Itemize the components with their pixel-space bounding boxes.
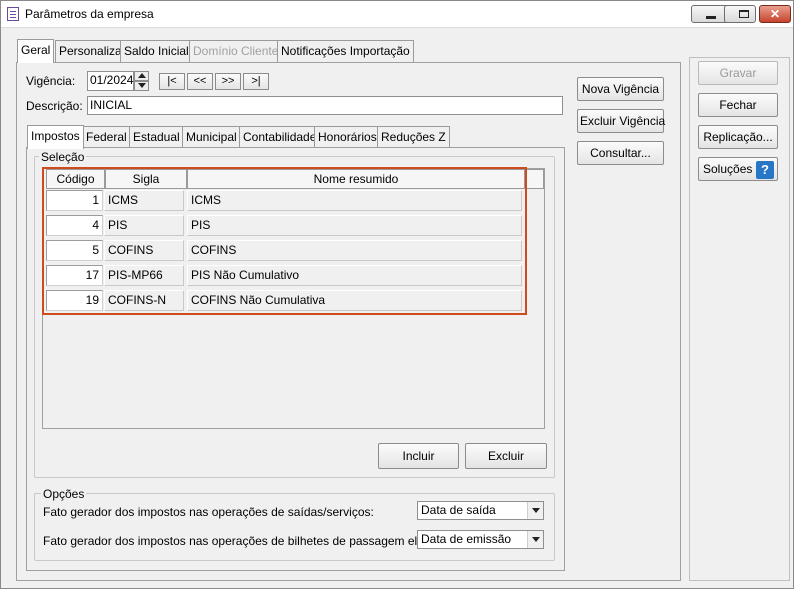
- opcoes-title: Opções: [41, 487, 87, 501]
- row-5-nome[interactable]: COFINS Não Cumulativa: [187, 290, 522, 311]
- close-icon: ✕: [769, 7, 781, 21]
- dropdown-arrow-icon[interactable]: [527, 531, 543, 548]
- fato-bilhetes-value: Data de emissão: [421, 532, 512, 546]
- col-sigla[interactable]: Sigla: [105, 169, 187, 189]
- vigencia-next-button[interactable]: >>: [215, 73, 241, 90]
- tab-geral[interactable]: Geral: [17, 39, 55, 63]
- tab-personaliza[interactable]: Personaliza: [55, 40, 126, 62]
- row-3-sigla[interactable]: COFINS: [104, 240, 184, 261]
- excluir-vigencia-button[interactable]: Excluir Vigência: [577, 109, 665, 133]
- tab-municipal[interactable]: Municipal: [182, 126, 241, 148]
- col-filler: [525, 169, 544, 189]
- row-4-nome[interactable]: PIS Não Cumulativo: [187, 265, 522, 286]
- minimize-icon: [706, 16, 716, 19]
- vigencia-spin-down[interactable]: [134, 81, 149, 91]
- solucoes-label: Soluções: [703, 162, 753, 176]
- row-4-codigo[interactable]: 17: [46, 265, 103, 286]
- fato-bilhetes-select[interactable]: Data de emissão: [417, 530, 544, 549]
- tab-contabilidade[interactable]: Contabilidade: [239, 126, 321, 148]
- tab-saldo-inicial[interactable]: Saldo Inicial: [120, 40, 193, 62]
- vigencia-input[interactable]: 01/2024: [87, 71, 134, 91]
- vigencia-spin-up[interactable]: [134, 71, 149, 81]
- fato-bilhetes-label: Fato gerador dos impostos nas operações …: [43, 534, 464, 548]
- tab-honorarios[interactable]: Honorários: [314, 126, 381, 148]
- fechar-button[interactable]: Fechar: [698, 93, 778, 117]
- tab-reducoes-z[interactable]: Reduções Z: [377, 126, 450, 148]
- row-2-codigo[interactable]: 4: [46, 215, 103, 236]
- tab-impostos[interactable]: Impostos: [27, 125, 84, 149]
- incluir-button[interactable]: Incluir: [378, 443, 459, 469]
- help-icon: ?: [756, 161, 774, 179]
- arrow-up-icon: [138, 73, 146, 78]
- row-4-sigla[interactable]: PIS-MP66: [104, 265, 184, 286]
- row-5-sigla[interactable]: COFINS-N: [104, 290, 184, 311]
- app-icon: [7, 7, 19, 21]
- close-button[interactable]: ✕: [759, 5, 791, 23]
- col-nome-resumido[interactable]: Nome resumido: [187, 169, 525, 189]
- row-3-nome[interactable]: COFINS: [187, 240, 522, 261]
- excluir-button[interactable]: Excluir: [465, 443, 547, 469]
- row-5-codigo[interactable]: 19: [46, 290, 103, 311]
- row-1-codigo[interactable]: 1: [46, 190, 103, 211]
- descricao-label: Descrição:: [26, 99, 83, 113]
- row-1-sigla[interactable]: ICMS: [104, 190, 184, 211]
- tab-notificacoes-importacao[interactable]: Notificações Importação: [277, 40, 414, 62]
- title-bar: Parâmetros da empresa ✕: [1, 1, 793, 28]
- maximize-icon: [739, 10, 749, 18]
- vigencia-prev-button[interactable]: <<: [187, 73, 213, 90]
- col-codigo[interactable]: Código: [46, 169, 105, 189]
- dropdown-arrow-icon[interactable]: [527, 502, 543, 519]
- parametros-window: Parâmetros da empresa ✕ Geral Personaliz…: [0, 0, 794, 589]
- row-2-nome[interactable]: PIS: [187, 215, 522, 236]
- row-2-sigla[interactable]: PIS: [104, 215, 184, 236]
- replicacao-button[interactable]: Replicação...: [698, 125, 778, 149]
- fato-saidas-value: Data de saída: [421, 503, 496, 517]
- vigencia-label: Vigência:: [26, 74, 76, 88]
- maximize-button[interactable]: [724, 5, 756, 23]
- selecao-title: Seleção: [39, 150, 87, 164]
- tab-federal[interactable]: Federal: [82, 126, 131, 148]
- solucoes-button[interactable]: Soluções ?: [698, 157, 778, 181]
- arrow-down-icon: [138, 83, 146, 88]
- vigencia-first-button[interactable]: |<: [159, 73, 185, 90]
- row-1-nome[interactable]: ICMS: [187, 190, 522, 211]
- tab-estadual[interactable]: Estadual: [129, 126, 184, 148]
- tab-dominio-cliente[interactable]: Domínio Cliente: [189, 40, 283, 62]
- fato-saidas-select[interactable]: Data de saída: [417, 501, 544, 520]
- gravar-button[interactable]: Gravar: [698, 61, 778, 85]
- fato-saidas-label: Fato gerador dos impostos nas operações …: [43, 505, 374, 519]
- row-3-codigo[interactable]: 5: [46, 240, 103, 261]
- window-title: Parâmetros da empresa: [25, 7, 154, 21]
- vigencia-last-button[interactable]: >|: [243, 73, 269, 90]
- nova-vigencia-button[interactable]: Nova Vigência: [577, 77, 664, 101]
- consultar-button[interactable]: Consultar...: [577, 141, 664, 165]
- descricao-input[interactable]: INICIAL: [87, 96, 563, 115]
